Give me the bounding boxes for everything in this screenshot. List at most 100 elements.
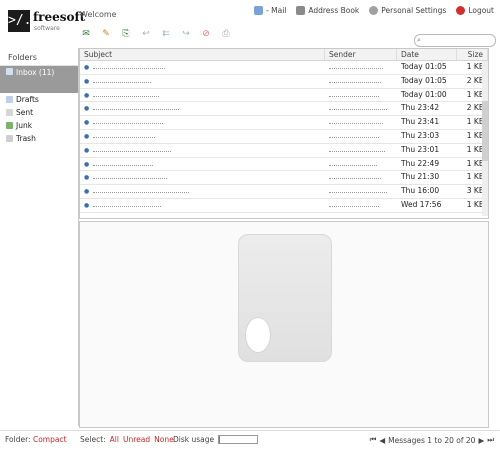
table-row[interactable]: ● Today 01:05 1 KB: [80, 61, 488, 75]
row-date: Thu 23:01: [401, 144, 440, 154]
table-row[interactable]: ● Thu 23:03 1 KB: [80, 130, 488, 144]
unread-dot-icon: ●: [84, 119, 90, 127]
app-header: >/. freesoft software Welcome - Mail Add…: [0, 0, 500, 50]
message-toolbar: ✉ ✎ ⎘ ↩ ⇇ ↪ ⊘ ⎙: [80, 28, 232, 40]
message-preview: [79, 221, 489, 428]
forward-icon[interactable]: ↪: [180, 28, 192, 40]
row-date: Thu 16:00: [401, 186, 440, 196]
top-navigation: - Mail Address Book Personal Settings Lo…: [254, 6, 494, 15]
mail-icon: [254, 6, 264, 15]
sent-icon: [6, 109, 13, 116]
search-input[interactable]: [426, 35, 494, 46]
reply-icon[interactable]: ↩: [140, 28, 152, 40]
logo-mark: >/.: [8, 10, 31, 32]
nav-personal-settings[interactable]: Personal Settings: [369, 6, 446, 15]
folder-junk[interactable]: Junk: [0, 119, 78, 132]
folder-inbox-label: Inbox (11): [16, 68, 55, 77]
compose-icon[interactable]: ✉: [80, 28, 92, 40]
message-list-scrollbar[interactable]: [482, 61, 488, 216]
reply-all-icon[interactable]: ⇇: [160, 28, 172, 40]
settings-icon: [369, 6, 379, 15]
nav-logout[interactable]: Logout: [456, 6, 494, 15]
folder-drafts[interactable]: Drafts: [0, 93, 78, 106]
folder-drafts-label: Drafts: [16, 95, 39, 104]
select-none-link[interactable]: None: [154, 435, 174, 444]
compact-link[interactable]: Compact: [33, 435, 67, 444]
disk-usage-fill: [219, 436, 221, 443]
unread-dot-icon: ●: [84, 64, 90, 71]
row-date: Today 01:05: [401, 62, 447, 71]
page-info: Messages 1 to 20 of 20: [388, 435, 476, 445]
unread-dot-icon: ●: [84, 91, 90, 99]
select-controls: Select: All Unread None: [80, 435, 174, 444]
disk-usage-bar: [218, 435, 259, 444]
table-row[interactable]: ● Thu 16:00 3 KB: [80, 185, 488, 199]
col-date[interactable]: Date: [397, 49, 457, 60]
folder-sent-label: Sent: [16, 108, 34, 117]
search-box[interactable]: ⌕: [414, 34, 496, 47]
nav-address-book[interactable]: Address Book: [296, 6, 359, 15]
folder-label: Folder:: [5, 435, 31, 444]
row-date: Thu 23:03: [401, 130, 440, 140]
folder-sent[interactable]: Sent: [0, 106, 78, 119]
unread-dot-icon: ●: [84, 201, 90, 209]
col-size[interactable]: Size: [457, 49, 488, 60]
table-row[interactable]: ● Thu 21:30 1 KB: [80, 171, 488, 186]
col-subject[interactable]: Subject: [80, 49, 325, 60]
nav-logout-label: Logout: [468, 6, 494, 15]
message-list: Subject Sender Date Size ● Today 01:05 1 K…: [79, 48, 489, 219]
row-date: Today 01:05: [401, 75, 447, 85]
folders-heading: Folders: [0, 48, 78, 66]
last-page-icon[interactable]: ⏭: [487, 435, 494, 445]
table-row[interactable]: ● Thu 23:01 1 KB: [80, 144, 488, 158]
table-row[interactable]: ● Wed 17:56 1 KB: [80, 199, 488, 213]
attachment-icon[interactable]: ⎘: [120, 28, 132, 40]
row-date: Today 01:00: [401, 89, 447, 99]
row-date: Thu 23:41: [401, 117, 440, 127]
select-all-link[interactable]: All: [110, 435, 119, 444]
table-row[interactable]: ● Today 01:00 1 KB: [80, 89, 488, 103]
folder-trash[interactable]: Trash: [0, 132, 78, 145]
nav-mail-label: - Mail: [266, 6, 287, 15]
edit-icon[interactable]: ✎: [100, 28, 112, 40]
folder-inbox[interactable]: Inbox (11): [0, 66, 78, 93]
brand-subtitle: software: [34, 25, 60, 32]
address-book-icon: [296, 6, 306, 15]
message-list-header: Subject Sender Date Size: [80, 49, 488, 61]
first-page-icon[interactable]: ⏮: [370, 435, 377, 445]
table-row[interactable]: ● Thu 23:41 1 KB: [80, 116, 488, 130]
select-unread-link[interactable]: Unread: [123, 435, 150, 444]
search-icon: ⌕: [417, 36, 421, 44]
next-page-icon[interactable]: ▶: [478, 436, 484, 445]
disk-usage-label: Disk usage: [173, 435, 215, 444]
folder-panel: Folders Inbox (11) Drafts Sent Junk Tras…: [0, 48, 79, 426]
delete-icon[interactable]: ⊘: [200, 28, 212, 40]
unread-dot-icon: ●: [84, 132, 90, 140]
unread-dot-icon: ●: [84, 77, 90, 85]
table-row[interactable]: ● Thu 22:49 1 KB: [80, 158, 488, 172]
folder-trash-label: Trash: [16, 134, 36, 143]
prev-page-icon[interactable]: ◀: [379, 436, 385, 445]
unread-dot-icon: ●: [84, 188, 90, 196]
table-row[interactable]: ● Thu 23:42 2 KB: [80, 102, 488, 117]
drafts-icon: [6, 96, 13, 103]
disk-usage: Disk usage: [173, 435, 259, 444]
nav-address-book-label: Address Book: [308, 6, 360, 15]
select-label: Select:: [80, 435, 106, 444]
logo: >/. freesoft software: [8, 6, 85, 42]
print-icon[interactable]: ⎙: [220, 28, 232, 40]
scroll-thumb[interactable]: [482, 101, 488, 161]
col-sender[interactable]: Sender: [325, 49, 397, 60]
pagination: ⏮ ◀ Messages 1 to 20 of 20 ▶ ⏭: [370, 435, 494, 445]
inbox-icon: [6, 68, 13, 75]
preview-placeholder-icon: [238, 234, 332, 362]
table-row[interactable]: ● Today 01:05 2 KB: [80, 75, 488, 89]
row-date: Thu 21:30: [401, 172, 440, 182]
logout-icon: [456, 6, 466, 15]
nav-mail[interactable]: - Mail: [254, 6, 286, 15]
nav-personal-settings-label: Personal Settings: [381, 6, 447, 15]
placeholder-circle: [245, 317, 271, 353]
unread-dot-icon: ●: [84, 174, 90, 182]
folder-junk-label: Junk: [16, 121, 33, 130]
row-date: Wed 17:56: [401, 199, 442, 209]
